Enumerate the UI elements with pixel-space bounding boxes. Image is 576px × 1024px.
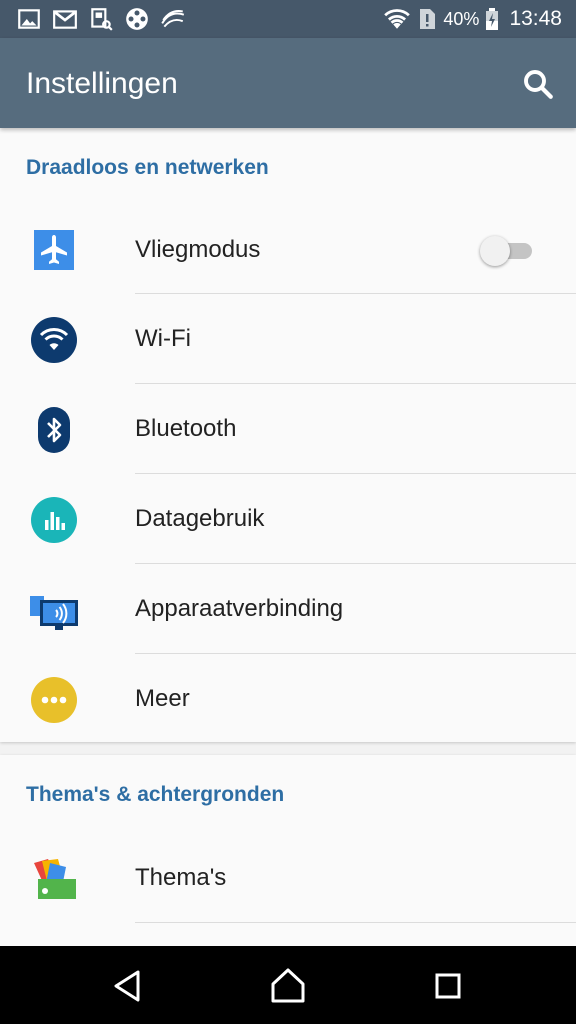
navigation-bar (0, 946, 576, 1024)
settings-item-device-connection[interactable]: Apparaatverbinding (0, 564, 576, 654)
status-bar: 40% 13:48 (0, 0, 576, 38)
notification-icons (16, 6, 186, 32)
settings-item-label: Thema's (135, 864, 227, 891)
swiftkey-icon (161, 9, 185, 28)
settings-item-themes[interactable]: Thema's (0, 833, 576, 923)
section-header: Draadloos en netwerken (26, 156, 269, 179)
wifi-signal-icon (384, 9, 411, 29)
device-connection-icon (30, 596, 78, 630)
settings-item-label: Datagebruik (135, 505, 265, 532)
divider (135, 922, 576, 923)
gmail-icon (53, 10, 77, 29)
search-button[interactable] (520, 66, 556, 102)
section-wireless-networks: Draadloos en netwerken Vliegmodus Wi-Fi (0, 128, 576, 742)
home-icon (271, 968, 305, 1003)
gallery-icon (18, 9, 40, 29)
settings-item-label: Apparaatverbinding (135, 595, 344, 622)
section-themes-wallpapers: Thema's & achtergronden Thema's (0, 755, 576, 947)
no-sim-icon (420, 9, 436, 29)
bluetooth-icon (38, 407, 70, 453)
battery-charging-icon (486, 8, 499, 30)
data-usage-icon (31, 497, 77, 543)
settings-item-airplane-mode[interactable]: Vliegmodus (0, 206, 576, 294)
film-reel-icon (126, 8, 148, 30)
status-indicators: 40% 13:48 (383, 6, 562, 32)
airplane-icon (34, 230, 74, 270)
app-bar: Instellingen (0, 38, 576, 128)
more-icon (31, 677, 77, 723)
page-title: Instellingen (26, 67, 178, 100)
battery-percent: 40% (443, 8, 480, 29)
back-button[interactable] (106, 964, 150, 1008)
back-icon (114, 970, 140, 1002)
wifi-icon (31, 317, 77, 363)
search-icon (524, 70, 553, 99)
airplane-mode-toggle[interactable] (480, 236, 534, 266)
settings-item-label: Meer (135, 685, 190, 712)
settings-item-label: Bluetooth (135, 415, 237, 442)
toggle-thumb (480, 236, 510, 266)
settings-item-data-usage[interactable]: Datagebruik (0, 474, 576, 564)
settings-list: Draadloos en netwerken Vliegmodus Wi-Fi (0, 128, 576, 947)
settings-item-more[interactable]: Meer (0, 654, 576, 744)
section-header: Thema's & achtergronden (26, 783, 285, 806)
clock: 13:48 (509, 7, 562, 30)
home-button[interactable] (266, 964, 310, 1008)
recents-button[interactable] (426, 964, 470, 1008)
themes-icon (34, 859, 76, 899)
settings-item-label: Vliegmodus (135, 236, 261, 263)
recents-icon (435, 973, 461, 999)
settings-item-wifi[interactable]: Wi-Fi (0, 294, 576, 384)
settings-item-bluetooth[interactable]: Bluetooth (0, 384, 576, 474)
settings-item-label: Wi-Fi (135, 325, 191, 352)
screenshot-icon (91, 8, 113, 31)
